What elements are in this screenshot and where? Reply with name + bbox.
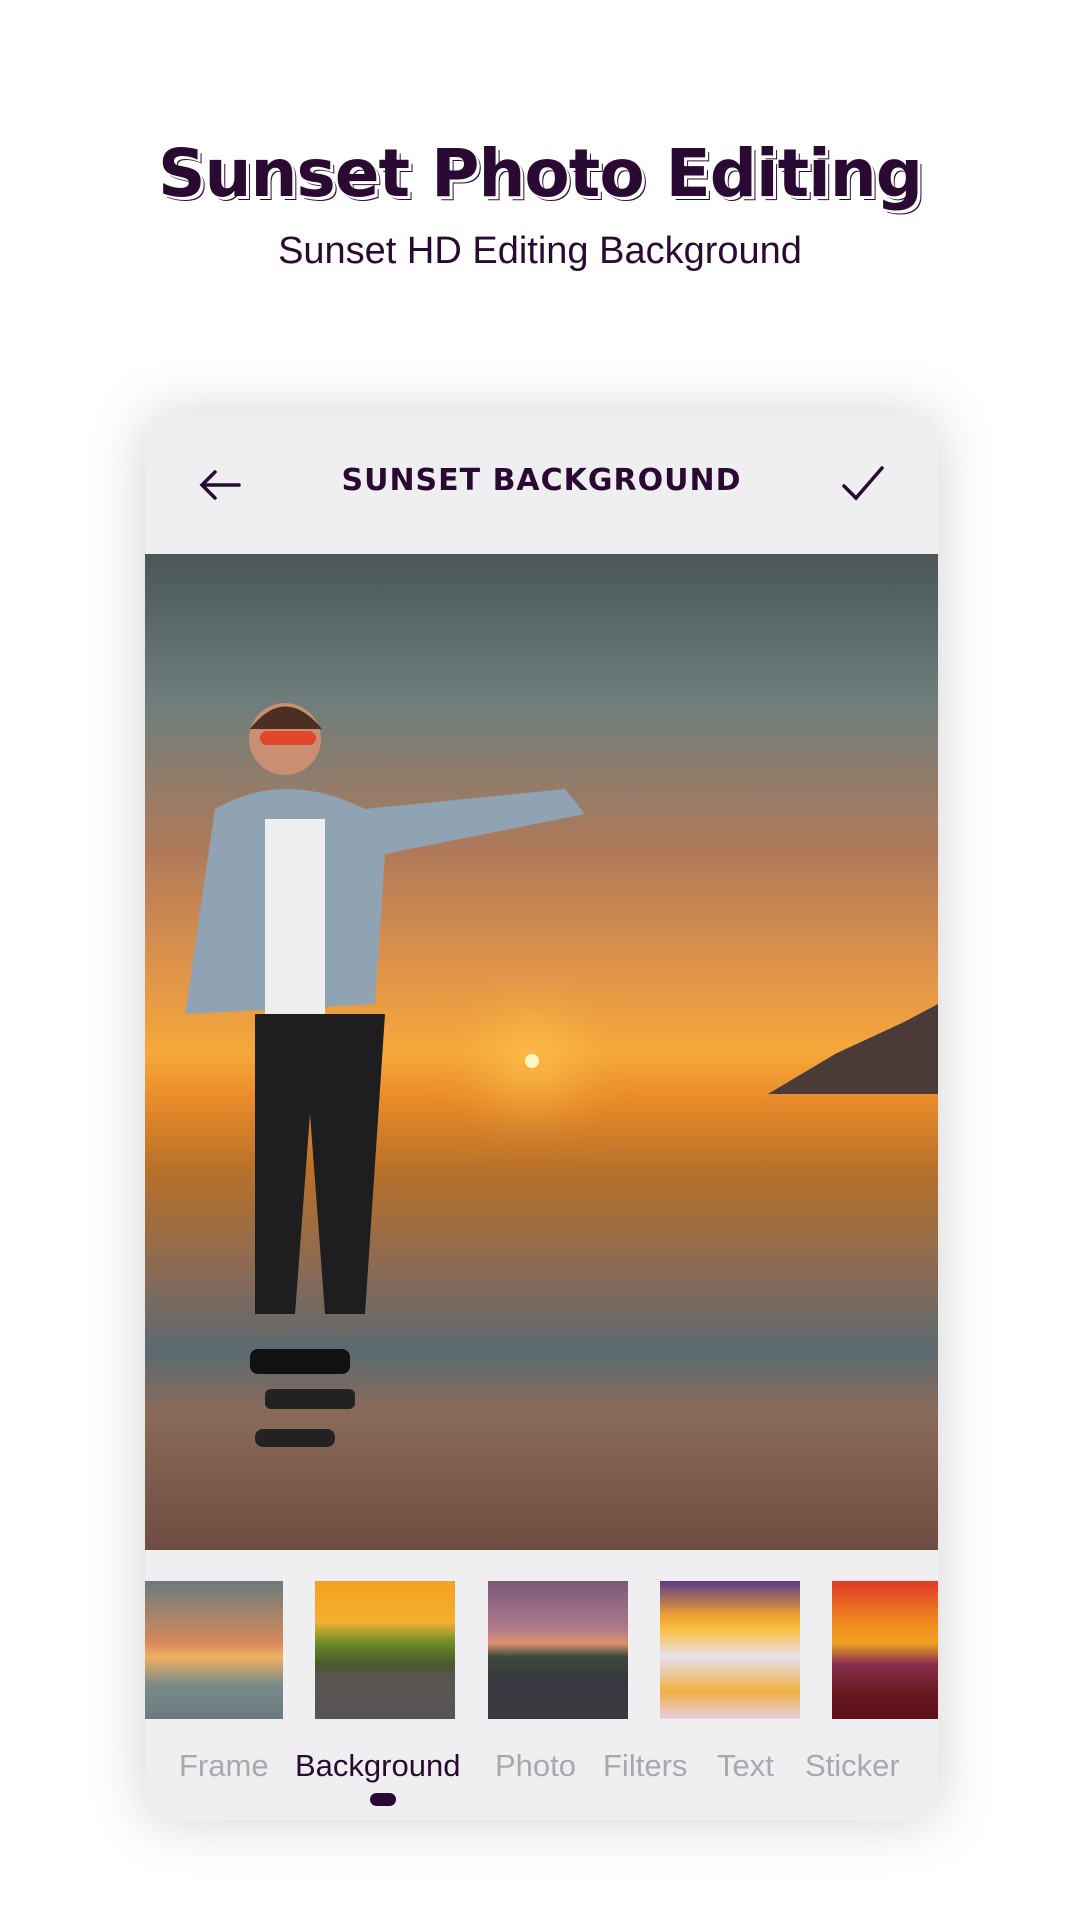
tab-frame[interactable]: Frame [179, 1748, 269, 1784]
tab-filters[interactable]: Filters [603, 1748, 687, 1784]
background-thumbnails [145, 1581, 938, 1719]
rock [768, 1004, 938, 1094]
promo-subtitle: Sunset HD Editing Background [278, 230, 802, 272]
tab-background[interactable]: Background [295, 1748, 460, 1784]
thumbnail-purple-road-sunset[interactable] [488, 1581, 628, 1719]
thumbnail-desert-butte-sunset[interactable] [832, 1581, 938, 1719]
editor-card: SUNSET BACKGROUND Frame Background Photo… [145, 415, 938, 1820]
promo-title: Sunset Photo Editing [157, 135, 923, 212]
tool-tabs: Frame Background Photo Filters Text Stic… [145, 1748, 938, 1798]
thumbnail-snow-sunburst[interactable] [660, 1581, 800, 1719]
thumbnail-sea-sunset-clouds[interactable] [145, 1581, 283, 1719]
editor-title: SUNSET BACKGROUND [341, 463, 742, 498]
person-cutout[interactable] [155, 669, 605, 1569]
tab-photo[interactable]: Photo [495, 1748, 576, 1784]
active-tab-indicator [370, 1793, 396, 1806]
tab-text[interactable]: Text [717, 1748, 774, 1784]
thumbnail-orange-road-sunset[interactable] [315, 1581, 455, 1719]
tab-sticker[interactable]: Sticker [805, 1748, 900, 1784]
check-icon[interactable] [838, 460, 888, 510]
photo-canvas[interactable] [145, 554, 938, 1550]
editor-header: SUNSET BACKGROUND [145, 415, 938, 554]
